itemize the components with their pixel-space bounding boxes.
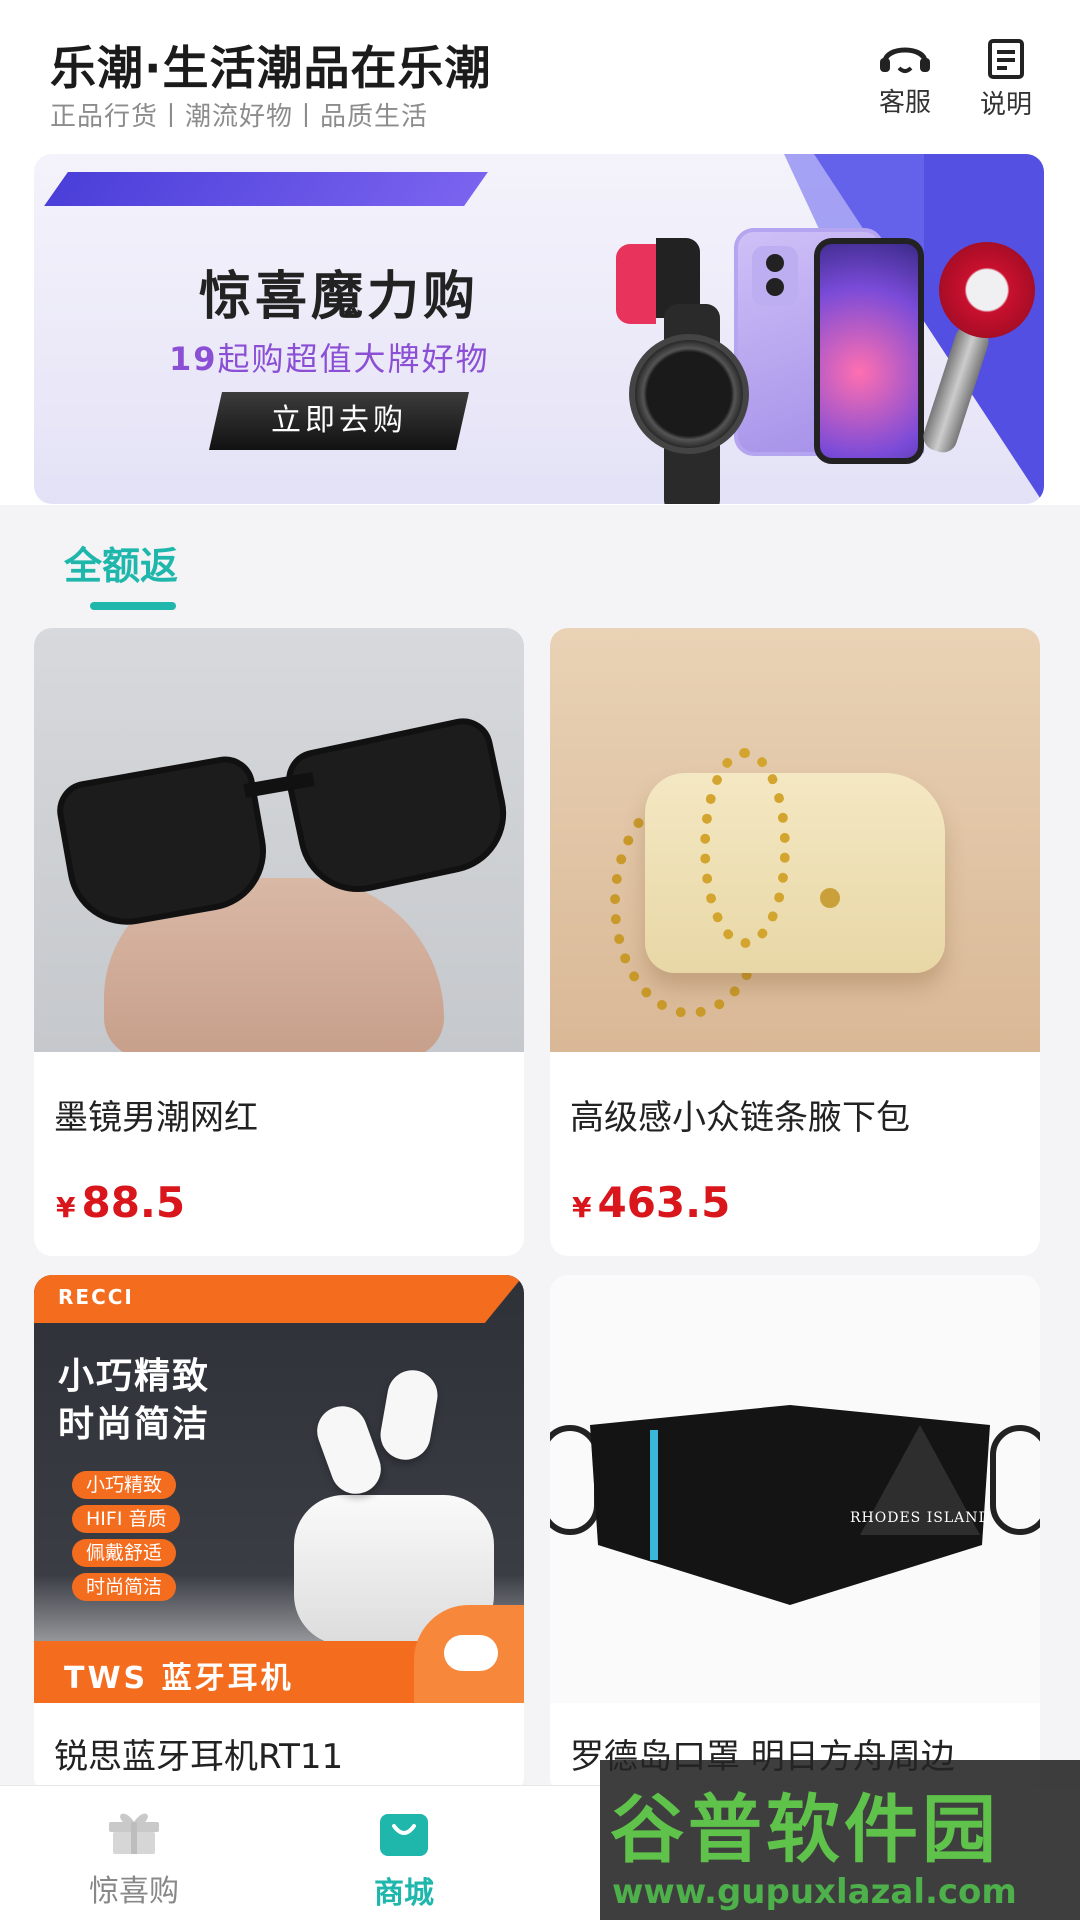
ad-headline-1: 小巧精致 [58,1356,211,1397]
ad-tag: 时尚简洁 [72,1573,177,1601]
hair-dryer-image [939,242,1035,338]
price-value: 88.5 [81,1178,186,1227]
app-header: 乐潮·生活潮品在乐潮 正品行货丨潮流好物丨品质生活 客服 说明 [0,0,1080,150]
product-card[interactable]: 高级感小众链条腋下包 ¥463.5 [550,628,1040,1256]
watermark-text: 谷普软件园 [610,1787,1000,1873]
product-card[interactable]: RECCI 小巧精致 时尚简洁 小巧精致 HIFI 音质 佩戴舒适 时尚简洁 T… [34,1275,524,1795]
product-name: 高级感小众链条腋下包 [570,1098,910,1138]
tab-active-indicator [90,602,176,610]
tab-surprise-buy[interactable]: 惊喜购 [54,1806,214,1910]
product-card[interactable]: 墨镜男潮网红 ¥88.5 [34,628,524,1256]
product-image-mask: RHODES ISLAND [550,1275,1040,1703]
price-value: 463.5 [597,1178,731,1227]
smartwatch-image [629,334,749,454]
banner-subtitle-text: 起购超值大牌好物 [217,340,490,378]
product-name: 墨镜男潮网红 [54,1098,258,1138]
app-tagline: 正品行货丨潮流好物丨品质生活 [50,102,429,132]
product-card[interactable]: RHODES ISLAND 罗德岛口罩 明日方舟周边 [550,1275,1040,1795]
game-controller-image [616,244,656,324]
banner-subtitle: 19起购超值大牌好物 [169,334,490,380]
price-currency: ¥ [56,1191,76,1224]
customer-service-label: 客服 [878,88,931,118]
gift-icon [109,1813,159,1854]
product-price: ¥463.5 [572,1178,730,1227]
ad-footer: TWS 蓝牙耳机 [64,1661,294,1696]
customer-service-button[interactable]: 客服 [865,38,945,119]
tab-mall[interactable]: 商城 [324,1806,484,1912]
product-price: ¥88.5 [56,1178,185,1227]
app-title: 乐潮·生活潮品在乐潮 [50,41,492,95]
mask-print-text: RHODES ISLAND [850,1510,991,1526]
ad-brand: RECCI [58,1285,134,1309]
banner-subtitle-number: 19 [169,340,218,378]
document-icon [988,39,1024,79]
banner-stripe [44,172,488,206]
buy-now-button[interactable]: 立即去购 [209,392,469,450]
product-image-handbag [550,628,1040,1052]
product-name: 锐思蓝牙耳机RT11 [54,1737,344,1777]
ad-tag: 佩戴舒适 [72,1539,177,1567]
watermark-url: www.gupuxlazal.com [612,1872,1017,1912]
explain-button[interactable]: 说明 [966,38,1046,121]
ad-tag: HIFI 音质 [72,1505,181,1533]
banner-title: 惊喜魔力购 [199,267,480,327]
headset-icon [880,47,930,73]
explain-label: 说明 [979,90,1032,120]
watermark: 谷普软件园 www.gupuxlazal.com [600,1760,1080,1920]
phone-screen-image [814,238,924,464]
ad-headline-2: 时尚简洁 [58,1404,211,1445]
banner-section: 惊喜魔力购 19起购超值大牌好物 立即去购 [0,150,1080,505]
tab-label: 商城 [374,1876,434,1911]
shopping-bag-icon [380,1814,428,1856]
tab-full-refund[interactable]: 全额返 [64,535,178,590]
ad-tag: 小巧精致 [72,1471,177,1499]
price-currency: ¥ [572,1191,592,1224]
tab-label: 惊喜购 [89,1874,179,1909]
product-image-sunglasses [34,628,524,1052]
product-image-earbuds: RECCI 小巧精致 时尚简洁 小巧精致 HIFI 音质 佩戴舒适 时尚简洁 T… [34,1275,524,1703]
promo-banner[interactable]: 惊喜魔力购 19起购超值大牌好物 立即去购 [34,154,1044,504]
